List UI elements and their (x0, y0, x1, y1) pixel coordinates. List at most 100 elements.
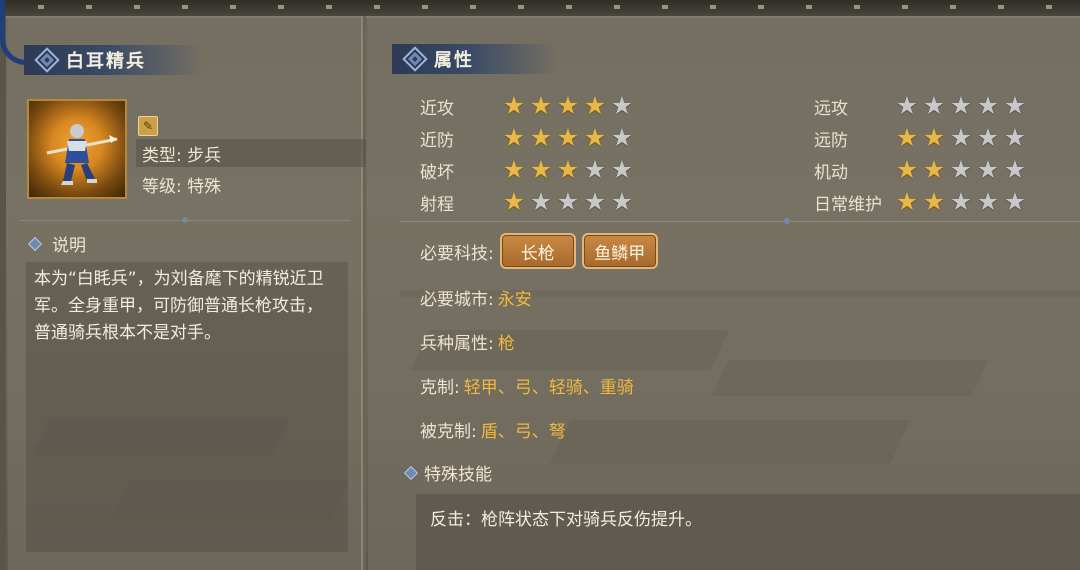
star-empty-icon: ★ (949, 123, 973, 152)
unit-attribute-label: 兵种属性: (420, 333, 494, 354)
star-empty-icon: ★ (976, 91, 1000, 120)
star-filled-icon: ★ (502, 155, 526, 184)
stat-label: 机动 (814, 162, 848, 183)
required-city-row: 必要城市: 永安 (420, 282, 532, 312)
star-empty-icon: ★ (1003, 91, 1027, 120)
star-empty-icon: ★ (556, 187, 580, 216)
diamond-icon (27, 236, 43, 251)
star-filled-icon: ★ (922, 155, 946, 184)
star-empty-icon: ★ (610, 123, 634, 152)
stat-row: 近攻 (420, 91, 454, 121)
star-empty-icon: ★ (610, 155, 634, 184)
required-city-value: 永安 (497, 289, 532, 310)
soldier-icon (46, 124, 118, 185)
star-rating: ★ ★ ★ ★ ★ (501, 189, 635, 214)
star-filled-icon: ★ (502, 91, 526, 120)
countered-by-label: 被克制: (420, 421, 477, 442)
star-empty-icon: ★ (976, 123, 1000, 152)
special-skill-heading: 特殊技能 (403, 460, 492, 485)
stat-label: 破坏 (420, 162, 454, 183)
diamond-icon (403, 465, 419, 480)
required-city-label: 必要城市: (420, 289, 494, 310)
required-tech-row: 必要科技: 长枪 鱼鳞甲 (420, 233, 658, 269)
star-rating: ★ ★ ★ ★ ★ (894, 189, 1028, 214)
counters-label: 克制: (420, 377, 460, 398)
unit-attribute-row: 兵种属性: 枪 (420, 326, 515, 356)
star-empty-icon: ★ (976, 155, 1000, 184)
star-filled-icon: ★ (895, 155, 919, 184)
star-filled-icon: ★ (529, 91, 553, 120)
unit-name-bar: 白耳精兵 (24, 45, 204, 75)
stat-row: 远攻 (814, 91, 848, 121)
unit-type: 类型: 步兵 (136, 139, 366, 167)
required-tech-label: 必要科技: (420, 243, 494, 264)
star-empty-icon: ★ (1003, 187, 1027, 216)
star-rating: ★ ★ ★ ★ ★ (894, 125, 1028, 150)
star-empty-icon: ★ (583, 187, 607, 216)
diamond-icon (402, 46, 428, 72)
countered-by-value: 盾、弓、弩 (480, 421, 566, 442)
countered-by-row: 被克制: 盾、弓、弩 (420, 414, 566, 444)
star-filled-icon: ★ (556, 91, 580, 120)
stat-label: 射程 (420, 194, 454, 215)
divider (400, 218, 1080, 224)
star-filled-icon: ★ (556, 155, 580, 184)
attributes-title-bar: 属性 (392, 44, 557, 74)
star-rating: ★ ★ ★ ★ ★ (501, 125, 635, 150)
star-empty-icon: ★ (949, 91, 973, 120)
star-empty-icon: ★ (949, 155, 973, 184)
tech-button-spear[interactable]: 长枪 (499, 233, 576, 269)
star-rating: ★ ★ ★ ★ ★ (894, 93, 1028, 118)
unit-portrait (27, 99, 127, 199)
star-filled-icon: ★ (922, 187, 946, 216)
stat-row: 日常维护 (814, 187, 882, 217)
description-heading: 说明 (27, 231, 86, 256)
star-empty-icon: ★ (922, 91, 946, 120)
star-empty-icon: ★ (529, 187, 553, 216)
star-filled-icon: ★ (502, 187, 526, 216)
stat-label: 远攻 (814, 98, 848, 119)
unit-level: 等级: 特殊 (142, 176, 222, 197)
star-filled-icon: ★ (895, 123, 919, 152)
star-empty-icon: ★ (949, 187, 973, 216)
unit-name: 白耳精兵 (66, 51, 146, 72)
stat-row: 近防 (420, 123, 454, 153)
star-filled-icon: ★ (922, 123, 946, 152)
stat-label: 近攻 (420, 98, 454, 119)
star-rating: ★ ★ ★ ★ ★ (501, 157, 635, 182)
tech-button-fishscale-armor[interactable]: 鱼鳞甲 (581, 233, 658, 269)
star-empty-icon: ★ (1003, 155, 1027, 184)
star-rating: ★ ★ ★ ★ ★ (894, 157, 1028, 182)
divider (20, 217, 350, 223)
unit-attribute-value: 枪 (497, 333, 515, 354)
stat-row: 破坏 (420, 155, 454, 185)
star-filled-icon: ★ (583, 123, 607, 152)
star-filled-icon: ★ (895, 187, 919, 216)
stat-row: 射程 (420, 187, 454, 217)
counters-row: 克制: 轻甲、弓、轻骑、重骑 (420, 370, 634, 400)
star-empty-icon: ★ (976, 187, 1000, 216)
star-empty-icon: ★ (610, 91, 634, 120)
star-filled-icon: ★ (529, 155, 553, 184)
description-text: 本为“白眊兵”，为刘备麾下的精锐近卫军。全身重甲，可防御普通长枪攻击，普通骑兵根… (34, 269, 324, 343)
star-filled-icon: ★ (502, 123, 526, 152)
star-filled-icon: ★ (556, 123, 580, 152)
attributes-heading: 属性 (434, 50, 474, 71)
stat-label: 远防 (814, 130, 848, 151)
stat-label: 近防 (420, 130, 454, 151)
stat-row: 远防 (814, 123, 848, 153)
star-empty-icon: ★ (583, 155, 607, 184)
description-heading-label: 说明 (52, 236, 86, 256)
spear-badge-icon[interactable]: ✎ (138, 116, 158, 136)
star-rating: ★ ★ ★ ★ ★ (501, 93, 635, 118)
star-filled-icon: ★ (529, 123, 553, 152)
counters-value: 轻甲、弓、轻骑、重骑 (463, 377, 634, 398)
star-empty-icon: ★ (895, 91, 919, 120)
stat-label: 日常维护 (814, 194, 882, 215)
special-skill-heading-label: 特殊技能 (424, 465, 492, 485)
star-filled-icon: ★ (583, 91, 607, 120)
special-skill-text: 反击：枪阵状态下对骑兵反伤提升。 (430, 510, 702, 530)
star-empty-icon: ★ (1003, 123, 1027, 152)
diamond-icon (34, 47, 60, 73)
star-empty-icon: ★ (610, 187, 634, 216)
